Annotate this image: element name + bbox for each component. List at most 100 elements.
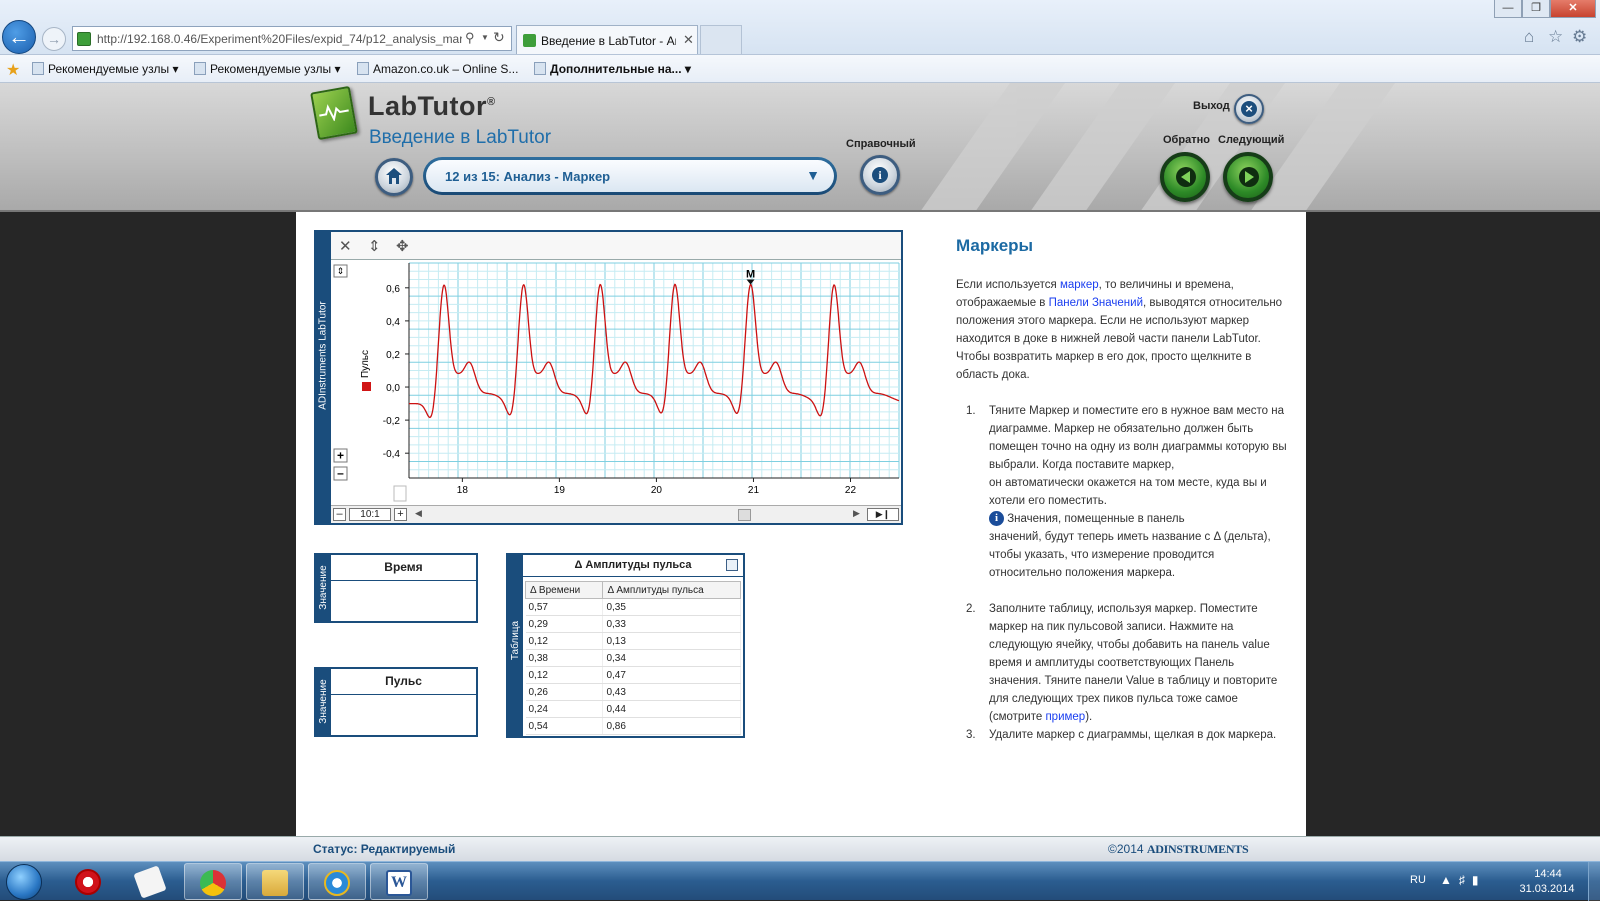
cell-delta-amplitude[interactable]: 0,33 — [602, 615, 741, 633]
x-tick-label: 19 — [554, 485, 566, 496]
cell-delta-time[interactable]: 0,29 — [525, 615, 604, 633]
close-icon[interactable]: ✕ — [339, 237, 352, 255]
tray-icons[interactable]: ▲♯▮ — [1440, 873, 1485, 887]
browser-forward-button[interactable]: → — [42, 27, 66, 51]
taskbar-labtutor[interactable] — [122, 863, 180, 900]
table-row[interactable]: 0,57 0,35 — [525, 598, 741, 616]
taskbar-opera[interactable] — [60, 863, 118, 900]
page-selector-field[interactable]: 12 из 15: Анализ - Маркер ▼ — [426, 160, 834, 192]
scroll-thumb[interactable] — [738, 509, 751, 521]
taskbar-internet-explorer[interactable] — [308, 863, 366, 900]
home-icon — [386, 168, 402, 184]
star-icon[interactable]: ☆ — [1548, 27, 1563, 47]
cell-delta-time[interactable]: 0,24 — [525, 700, 604, 718]
previous-page-button[interactable] — [1160, 152, 1210, 202]
help-step-1: 1. Тяните Маркер и поместите его в нужно… — [956, 402, 1288, 582]
exit-button[interactable]: × — [1234, 94, 1264, 124]
cell-delta-time[interactable]: 0,38 — [525, 649, 604, 667]
cell-delta-time[interactable]: 0,57 — [525, 598, 604, 616]
registered-mark: ® — [486, 96, 496, 108]
taskbar-explorer[interactable] — [246, 863, 304, 900]
cell-delta-time[interactable]: 0,54 — [525, 717, 604, 735]
chart-plot[interactable]: 0,60,40,20,0-0,2-0,41819202122 MM ⇕ + – … — [331, 260, 901, 505]
cell-delta-time[interactable]: 0,12 — [525, 632, 604, 650]
chevron-down-icon[interactable]: ▼ — [806, 167, 820, 183]
next-page-button[interactable] — [1223, 152, 1273, 202]
gear-icon[interactable]: ⚙ — [1572, 27, 1587, 47]
favorite-link[interactable]: Рекомендуемые узлы ▾ — [194, 62, 341, 76]
clock-date[interactable]: 31.03.2014 — [1512, 883, 1582, 895]
cell-delta-amplitude[interactable]: 0,35 — [602, 598, 741, 616]
maximize-button[interactable]: ❐ — [1522, 0, 1550, 18]
autoscale-icon[interactable]: ⇕ — [368, 237, 381, 255]
table-row[interactable]: 0,12 0,13 — [525, 632, 741, 650]
chevron-down-icon[interactable]: ▼ — [481, 33, 489, 42]
home-icon[interactable]: ⌂ — [1524, 27, 1534, 47]
address-url[interactable]: http://192.168.0.46/Experiment%20Files/e… — [97, 32, 462, 46]
reference-button[interactable]: i — [860, 155, 900, 195]
table-row[interactable]: 0,12 0,47 — [525, 666, 741, 684]
value-panel-side-label: Значение — [318, 679, 329, 724]
home-button[interactable] — [375, 158, 413, 196]
start-button[interactable] — [6, 864, 42, 900]
taskbar-word[interactable]: W — [370, 863, 428, 900]
chrome-icon — [200, 870, 226, 896]
browser-tab-active[interactable]: Введение в LabTutor - Ана... ✕ — [516, 25, 698, 54]
browser-back-button[interactable]: ← — [2, 20, 36, 54]
value-panel-time[interactable]: Значение Время — [314, 553, 478, 623]
minimize-button[interactable]: — — [1494, 0, 1522, 18]
close-icon[interactable]: ✕ — [683, 32, 694, 48]
window-close-button[interactable]: ✕ — [1550, 0, 1596, 18]
show-desktop-button[interactable] — [1588, 862, 1600, 901]
cell-delta-amplitude[interactable]: 0,44 — [602, 700, 741, 718]
value-panels-link[interactable]: Панели Значений — [1049, 297, 1143, 309]
minus-icon: – — [337, 466, 344, 480]
copy-icon[interactable] — [726, 559, 738, 571]
value-panel-pulse[interactable]: Значение Пульс — [314, 667, 478, 737]
marker-dock[interactable] — [393, 485, 407, 502]
table-row[interactable]: 0,54 0,86 — [525, 717, 741, 735]
cell-delta-amplitude[interactable]: 0,34 — [602, 649, 741, 667]
taskbar-chrome[interactable] — [184, 863, 242, 900]
cell-delta-amplitude[interactable]: 0,47 — [602, 666, 741, 684]
scroll-left-icon[interactable]: ◀ — [415, 508, 422, 519]
cell-delta-time[interactable]: 0,12 — [525, 666, 604, 684]
table-row[interactable]: 0,29 0,33 — [525, 615, 741, 633]
scroll-to-end-button[interactable]: ▶❙ — [867, 508, 899, 521]
refresh-icon[interactable]: ↻ — [493, 29, 505, 46]
table-row[interactable]: 0,26 0,43 — [525, 683, 741, 701]
new-tab-button[interactable] — [700, 25, 742, 54]
favorites-star-icon[interactable]: ★ — [6, 60, 20, 80]
status-text: Статус: Редактируемый — [313, 842, 456, 856]
help-step-2: 2. Заполните таблицу, используя маркер. … — [956, 600, 1288, 726]
scroll-right-icon[interactable]: ▶ — [853, 508, 860, 519]
marker-link[interactable]: маркер — [1060, 279, 1099, 291]
y-tick-label: -0,2 — [383, 416, 401, 427]
help-step-3: 3. Удалите маркер с диаграммы, щелкая в … — [956, 726, 1288, 744]
x-zoom-in-button[interactable]: + — [394, 508, 407, 521]
horizontal-scrollbar[interactable]: ◀ ▶ ▶❙ — [413, 506, 899, 523]
example-link[interactable]: пример — [1045, 711, 1085, 723]
favorite-link[interactable]: Рекомендуемые узлы ▾ — [32, 62, 179, 76]
page-selector-dropdown[interactable]: 12 из 15: Анализ - Маркер ▼ — [423, 157, 837, 195]
table-row[interactable]: 0,38 0,34 — [525, 649, 741, 667]
move-icon[interactable]: ✥ — [396, 237, 409, 255]
table-row[interactable]: 0,24 0,44 — [525, 700, 741, 718]
cell-delta-amplitude[interactable]: 0,86 — [602, 717, 741, 735]
word-icon: W — [386, 870, 412, 896]
copyright-prefix: ©2014 — [1108, 842, 1147, 856]
autoscale-icon: ⇕ — [337, 266, 345, 276]
reference-label: Справочный — [846, 138, 916, 150]
language-indicator[interactable]: RU — [1410, 874, 1426, 886]
cell-delta-time[interactable]: 0,26 — [525, 683, 604, 701]
cell-delta-amplitude[interactable]: 0,13 — [602, 632, 741, 650]
clock-time[interactable]: 14:44 — [1518, 868, 1578, 880]
x-zoom-out-button[interactable]: – — [333, 508, 346, 521]
address-bar[interactable]: http://192.168.0.46/Experiment%20Files/e… — [72, 26, 512, 51]
page-icon — [194, 62, 206, 75]
table-panel: Таблица Δ Амплитуды пульса Δ Времени Δ А… — [506, 553, 745, 738]
favorite-link[interactable]: Дополнительные на... ▾ — [534, 62, 691, 76]
search-icon[interactable]: ⚲ — [465, 30, 475, 46]
cell-delta-amplitude[interactable]: 0,43 — [602, 683, 741, 701]
favorite-link[interactable]: Amazon.co.uk – Online S... — [357, 62, 518, 76]
